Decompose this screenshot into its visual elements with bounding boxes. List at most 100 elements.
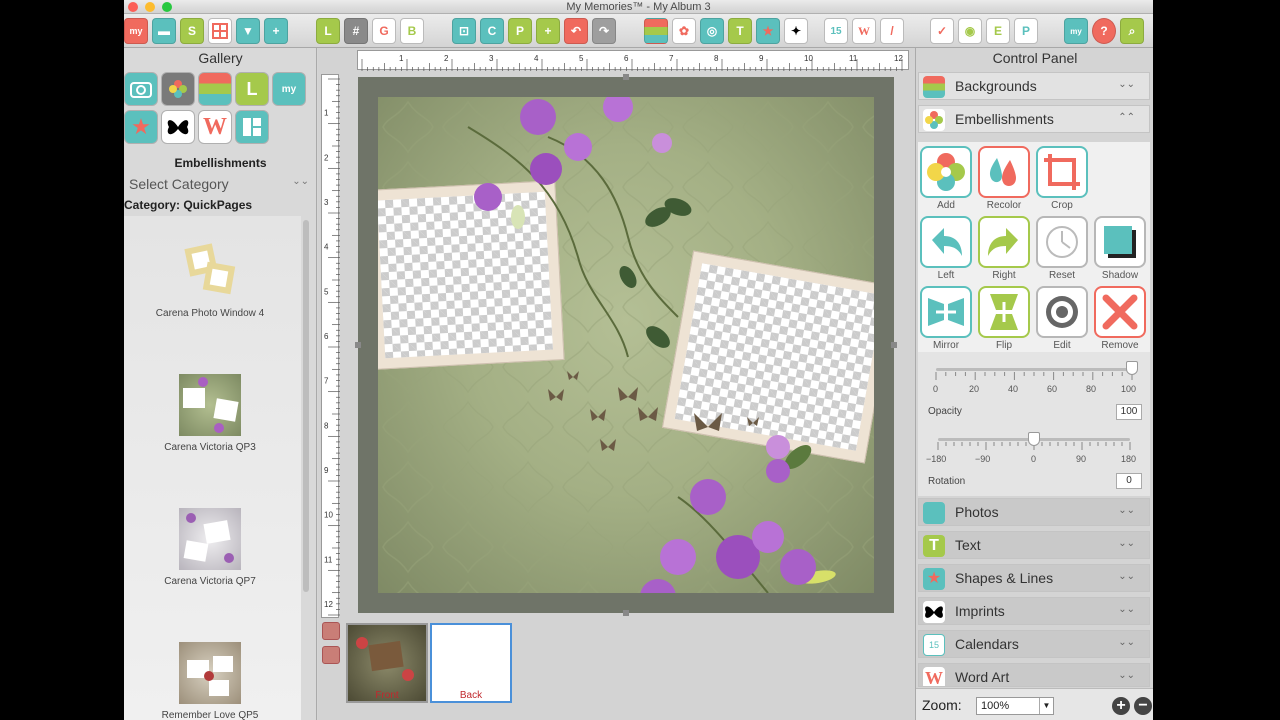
gallery-item[interactable]: Carena Photo Window 4 [124, 240, 296, 319]
layout-icon[interactable] [208, 18, 232, 44]
gallery-item[interactable]: Carena Victoria QP7 [124, 508, 296, 587]
section-calendars[interactable]: 15 Calendars ⌄⌄ [918, 630, 1150, 658]
section-label: Backgrounds [955, 78, 1037, 94]
recolor-button[interactable] [978, 146, 1030, 198]
crop-box-icon[interactable]: ⊡ [452, 18, 476, 44]
ruler-label: 4 [324, 243, 329, 252]
resize-handle[interactable] [623, 74, 629, 80]
gallery-backgrounds-icon[interactable] [198, 72, 232, 106]
flip-icon [990, 294, 1018, 330]
copy-icon[interactable]: C [480, 18, 504, 44]
section-word-art[interactable]: W Word Art ⌄⌄ [918, 663, 1150, 687]
section-imprints[interactable]: Imprints ⌄⌄ [918, 597, 1150, 625]
ruler-label: 1 [399, 54, 404, 63]
gallery-word-art-icon[interactable]: W [198, 110, 232, 144]
remove-button[interactable] [1094, 286, 1146, 338]
redo-icon[interactable]: ↷ [592, 18, 616, 44]
ruler-label: 11 [849, 54, 858, 63]
tool-label: Right [992, 270, 1016, 281]
gallery-photos-icon[interactable] [124, 72, 158, 106]
grid-icon[interactable]: # [344, 18, 368, 44]
shadow-button[interactable] [1094, 216, 1146, 268]
add-button[interactable] [920, 146, 972, 198]
rotation-slider-knob[interactable] [1028, 432, 1040, 446]
save-icon[interactable]: S [180, 18, 204, 44]
section-text[interactable]: T Text ⌄⌄ [918, 531, 1150, 559]
zoom-out-button[interactable]: − [1134, 697, 1152, 715]
cd-icon[interactable]: ◉ [958, 18, 982, 44]
ruler-label: 6 [324, 332, 329, 341]
ruler-label: 9 [324, 466, 329, 475]
section-photos[interactable]: Photos ⌄⌄ [918, 498, 1150, 526]
resize-handle[interactable] [355, 342, 361, 348]
page-book-button[interactable] [322, 646, 340, 664]
tool-label: Left [937, 270, 955, 281]
zoom-in-button[interactable]: + [1112, 697, 1130, 715]
page-thumb-front[interactable]: Front [346, 623, 428, 703]
gallery-item-caption: Carena Victoria QP7 [164, 576, 256, 587]
paste-icon[interactable]: P [508, 18, 532, 44]
photo-icon[interactable]: ◎ [700, 18, 724, 44]
embellishment-icon[interactable]: ✿ [672, 18, 696, 44]
mirror-button[interactable] [920, 286, 972, 338]
export-icon[interactable]: E [986, 18, 1010, 44]
search-icon[interactable]: ⌕ [1120, 18, 1144, 44]
word-art-icon[interactable]: W [852, 18, 876, 44]
reset-button[interactable] [1036, 216, 1088, 268]
page-thumb-back[interactable]: Back [430, 623, 512, 703]
gallery-templates-icon[interactable] [235, 110, 269, 144]
my-logo-icon[interactable]: my [124, 18, 148, 44]
gallery-layouts-icon[interactable]: L [235, 72, 269, 106]
ruler-label: 7 [669, 54, 674, 63]
section-embellishments[interactable]: Embellishments ⌃⌃ [918, 105, 1150, 133]
crop-button[interactable] [1036, 146, 1088, 198]
gallery-item[interactable]: Remember Love QP5 [124, 642, 296, 720]
undo-icon[interactable]: ↶ [564, 18, 588, 44]
gallery-scrollbar[interactable] [302, 218, 310, 720]
zoom-select[interactable]: 100% ▼ [976, 697, 1054, 715]
sign-icon[interactable]: ✓ [930, 18, 954, 44]
help-icon[interactable]: ? [1092, 18, 1116, 44]
rotate-left-button[interactable] [920, 216, 972, 268]
calendar-icon[interactable]: 15 [824, 18, 848, 44]
resize-handle[interactable] [891, 342, 897, 348]
flower-embellishments[interactable] [378, 97, 874, 593]
opacity-slider-knob[interactable] [1126, 361, 1138, 375]
gallery-scrollbar-thumb[interactable] [303, 220, 309, 592]
edit-button[interactable] [1036, 286, 1088, 338]
gallery-mycom-icon[interactable]: my [272, 72, 306, 106]
my-com-icon[interactable]: my [1064, 18, 1088, 44]
shape-icon[interactable]: ★ [756, 18, 780, 44]
gallery-imprints-icon[interactable] [161, 110, 195, 144]
imprint-icon[interactable]: ✦ [784, 18, 808, 44]
gallery-item[interactable]: Carena Victoria QP3 [124, 374, 296, 453]
layout-l-icon[interactable]: L [316, 18, 340, 44]
publish-icon[interactable]: P [1014, 18, 1038, 44]
add-icon[interactable]: + [536, 18, 560, 44]
rotate-right-button[interactable] [978, 216, 1030, 268]
folder-icon[interactable]: ▬ [152, 18, 176, 44]
rotation-value-field[interactable]: 0 [1116, 473, 1142, 489]
add-page-icon[interactable]: + [264, 18, 288, 44]
opacity-tick-label: 80 [1086, 384, 1097, 394]
shield-icon[interactable]: ▼ [236, 18, 260, 44]
text-b-icon[interactable]: B [400, 18, 424, 44]
ruler-label: 8 [714, 54, 719, 63]
select-category-dropdown[interactable]: Select Category ⌄⌄ [129, 176, 309, 194]
background-icon[interactable] [644, 18, 668, 44]
page-options-button[interactable] [322, 622, 340, 640]
text-g-icon[interactable]: G [372, 18, 396, 44]
page-canvas-frame[interactable] [355, 74, 897, 616]
text-icon[interactable]: T [728, 18, 752, 44]
section-shapes-lines[interactable]: ★ Shapes & Lines ⌄⌄ [918, 564, 1150, 592]
opacity-slider-track[interactable] [936, 368, 1132, 371]
section-backgrounds[interactable]: Backgrounds ⌄⌄ [918, 72, 1150, 100]
chevron-down-icon: ⌄⌄ [1118, 670, 1135, 681]
scrapbook-page[interactable] [378, 97, 874, 593]
opacity-value-field[interactable]: 100 [1116, 404, 1142, 420]
brush-icon[interactable]: / [880, 18, 904, 44]
gallery-embellishments-icon[interactable] [161, 72, 195, 106]
resize-handle[interactable] [623, 610, 629, 616]
gallery-shapes-icon[interactable]: ★ [124, 110, 158, 144]
flip-button[interactable] [978, 286, 1030, 338]
